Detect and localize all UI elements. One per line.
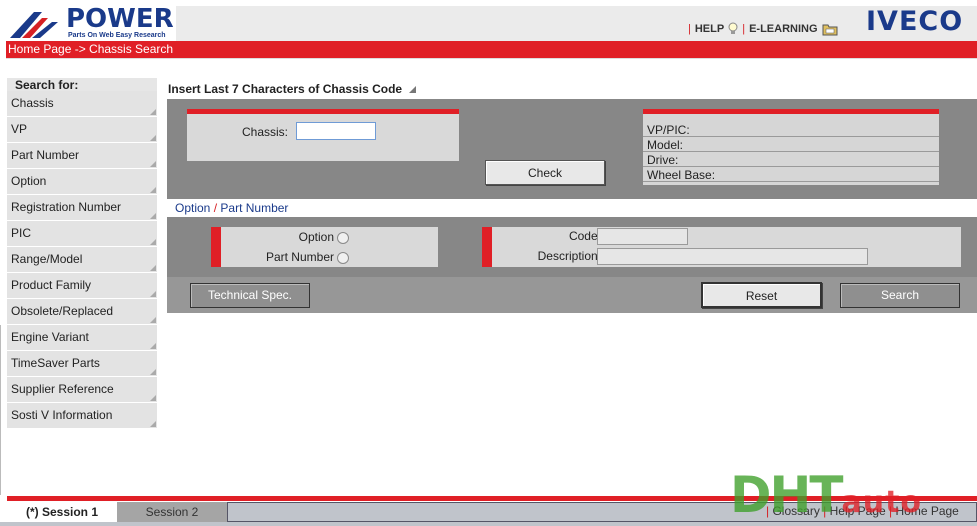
part-number-radio-row: Part Number [221, 248, 438, 266]
collapse-triangle-icon[interactable] [409, 86, 417, 93]
logo-word: POWER [66, 4, 174, 34]
logo-tagline: Parts On Web Easy Research [68, 32, 166, 39]
sidebar-item-chassis[interactable]: Chassis [7, 91, 157, 117]
sidebar-item-registration-number[interactable]: Registration Number [7, 195, 157, 221]
sidebar-item-sosti-v-information[interactable]: Sosti V Information [7, 403, 157, 429]
power-logo[interactable]: POWER Parts On Web Easy Research [8, 4, 174, 40]
code-input[interactable] [597, 228, 688, 245]
iveco-logo: IVECO [866, 6, 964, 37]
footer-links: | Glossary | Help Page | Home Page [766, 504, 959, 518]
part-number-radio[interactable] [337, 252, 349, 264]
chassis-section-title: Insert Last 7 Characters of Chassis Code [167, 81, 977, 99]
sidebar-heading: Search for: [7, 78, 157, 92]
search-button[interactable]: Search [840, 283, 960, 308]
e-learning-link[interactable]: E-LEARNING [749, 23, 817, 35]
sidebar-item-supplier-reference[interactable]: Supplier Reference [7, 377, 157, 403]
info-vp-pic: VP/PIC: [643, 123, 939, 137]
option-radio-label: Option [298, 230, 334, 244]
sidebar-item-range-model[interactable]: Range/Model [7, 247, 157, 273]
sidebar-item-obsolete-replaced[interactable]: Obsolete/Replaced [7, 299, 157, 325]
option-radio[interactable] [337, 232, 349, 244]
power-logo-swoosh-icon [10, 12, 58, 38]
reset-button[interactable]: Reset [701, 282, 822, 308]
divider: | [823, 504, 827, 518]
info-wheel-base: Wheel Base: [643, 168, 939, 182]
chassis-input-box: Chassis: [187, 109, 459, 161]
lightbulb-icon [728, 22, 738, 34]
home-page-link[interactable]: Home Page [895, 504, 958, 518]
glossary-link[interactable]: Glossary [772, 504, 819, 518]
chassis-panel: Chassis: Check VP/PIC: Model: Drive: Whe… [167, 99, 977, 199]
folder-icon [822, 24, 838, 36]
divider [6, 58, 977, 59]
part-number-link[interactable]: Part Number [220, 201, 288, 215]
divider: | [889, 504, 893, 518]
option-link[interactable]: Option [175, 201, 210, 215]
actions-panel: Technical Spec. Reset Search [167, 277, 977, 313]
app-root: POWER Parts On Web Easy Research | HELP … [0, 0, 977, 526]
sidebar-item-engine-variant[interactable]: Engine Variant [7, 325, 157, 351]
chassis-title-text: Insert Last 7 Characters of Chassis Code [168, 82, 403, 96]
chassis-label: Chassis: [242, 125, 289, 139]
help-page-link[interactable]: Help Page [830, 504, 886, 518]
description-label: Description: [537, 249, 601, 263]
option-radio-row: Option [221, 228, 438, 246]
sidebar-item-vp[interactable]: VP [7, 117, 157, 143]
header: POWER Parts On Web Easy Research | HELP … [0, 0, 977, 41]
sidebar: Search for: Chassis VP Part Number Optio… [7, 78, 157, 429]
part-number-radio-label: Part Number [265, 250, 334, 264]
sidebar-item-option[interactable]: Option [7, 169, 157, 195]
chassis-info-box: VP/PIC: Model: Drive: Wheel Base: [643, 109, 939, 185]
chassis-input[interactable] [296, 122, 376, 140]
header-links: | HELP | E-LEARNING [688, 22, 838, 36]
breadcrumb[interactable]: Home Page -> Chassis Search [6, 41, 977, 58]
description-row: Description: [492, 247, 961, 267]
link-separator: / [213, 201, 218, 215]
option-panel: Option Part Number Code: Description: [167, 217, 977, 277]
sidebar-item-part-number[interactable]: Part Number [7, 143, 157, 169]
info-model: Model: [643, 138, 939, 152]
divider: | [688, 23, 691, 35]
tab-session-1[interactable]: (*) Session 1 [7, 502, 117, 522]
divider: | [766, 504, 770, 518]
divider [0, 325, 1, 495]
tab-session-2[interactable]: Session 2 [117, 502, 227, 522]
sidebar-item-pic[interactable]: PIC [7, 221, 157, 247]
divider: | [742, 23, 746, 35]
description-input[interactable] [597, 248, 868, 265]
search-type-box: Option Part Number [211, 227, 438, 267]
help-link[interactable]: HELP [695, 23, 724, 35]
header-strip [176, 6, 977, 41]
info-drive: Drive: [643, 153, 939, 167]
check-button[interactable]: Check [485, 160, 605, 185]
option-part-number-heading: Option / Part Number [167, 199, 977, 217]
sidebar-item-timesaver-parts[interactable]: TimeSaver Parts [7, 351, 157, 377]
footer-bottom-strip [0, 522, 977, 526]
code-row: Code: [492, 227, 961, 247]
technical-spec-button[interactable]: Technical Spec. [190, 283, 310, 308]
sidebar-item-product-family[interactable]: Product Family [7, 273, 157, 299]
code-description-box: Code: Description: [482, 227, 961, 267]
